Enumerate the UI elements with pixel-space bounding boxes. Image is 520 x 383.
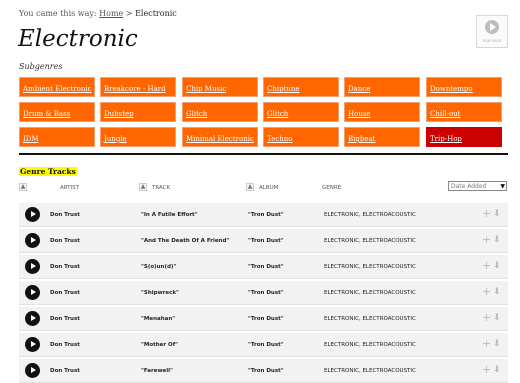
header-track[interactable]: TRACK	[152, 185, 170, 191]
breadcrumb-current: Electronic	[135, 9, 177, 18]
sort-track-icon[interactable]: ▲	[139, 183, 147, 191]
subgenre-link[interactable]: Chill-out	[426, 102, 502, 122]
track-genre: ELECTRONIC, ELECTROACOUSTIC	[324, 368, 416, 374]
table-row: Don Trust "In A Futile Effort" "Tron Dust"…	[19, 203, 508, 227]
breadcrumb-separator: >	[125, 9, 133, 18]
table-header: ▲ ARTIST ▲ TRACK ▲ ALBUM GENRE	[19, 178, 508, 198]
track-artist[interactable]: Don Trust	[50, 368, 80, 374]
breadcrumb-home-link[interactable]: Home	[99, 9, 123, 18]
track-artist[interactable]: Don Trust	[50, 290, 80, 296]
table-row: Don Trust "Menahan" "Tron Dust" ELECTRONIC,…	[19, 307, 508, 331]
plus-icon[interactable]: +	[482, 312, 491, 323]
plus-icon[interactable]: +	[482, 260, 491, 271]
track-title[interactable]: "And The Death Of A Friend"	[141, 238, 229, 244]
subgenre-link[interactable]: Jungle	[100, 127, 176, 147]
subgenre-link[interactable]: Breakcore - Hard	[100, 77, 176, 97]
down-arrow-icon[interactable]: ⬇	[493, 365, 501, 375]
track-genre: ELECTRONIC, ELECTROACOUSTIC	[324, 290, 416, 296]
plus-icon[interactable]: +	[482, 338, 491, 349]
plus-icon[interactable]: +	[482, 208, 491, 219]
subgenre-link[interactable]: Techno	[263, 127, 339, 147]
header-album[interactable]: ALBUM	[259, 185, 278, 191]
table-row: Don Trust "S(o)un(d)" "Tron Dust" ELECTRONI…	[19, 255, 508, 279]
subgenres-heading: Subgenres	[19, 62, 63, 71]
plus-icon[interactable]: +	[482, 364, 491, 375]
table-row: Don Trust "And The Death Of A Friend" "Tro…	[19, 229, 508, 253]
track-album[interactable]: "Tron Dust"	[248, 316, 284, 322]
track-title[interactable]: "Menahan"	[141, 316, 175, 322]
header-artist[interactable]: ARTIST	[60, 185, 79, 191]
play-page-label: PLAY PAGE	[482, 39, 502, 43]
breadcrumb: You came this way: Home > Electronic	[19, 9, 177, 18]
track-album[interactable]: "Tron Dust"	[248, 368, 284, 374]
subgenre-link[interactable]: Downtempo	[426, 77, 502, 97]
track-genre: ELECTRONIC, ELECTROACOUSTIC	[324, 212, 416, 218]
track-artist[interactable]: Don Trust	[50, 342, 80, 348]
play-icon[interactable]	[25, 233, 40, 248]
play-icon[interactable]	[25, 259, 40, 274]
subgenre-link[interactable]: Ambient Electronic	[19, 77, 95, 97]
track-genre: ELECTRONIC, ELECTROACOUSTIC	[324, 238, 416, 244]
track-title[interactable]: "S(o)un(d)"	[141, 264, 176, 270]
subgenre-link[interactable]: Minimal Electronic	[182, 127, 258, 147]
track-album[interactable]: "Tron Dust"	[248, 212, 284, 218]
track-title[interactable]: "In A Futile Effort"	[141, 212, 198, 218]
down-arrow-icon[interactable]: ⬇	[493, 261, 501, 271]
table-row: Don Trust "Mother Of" "Tron Dust" ELECTRONI…	[19, 333, 508, 357]
subgenre-link[interactable]: Drum & Bass	[19, 102, 95, 122]
table-row: Don Trust "Shipwreck" "Tron Dust" ELECTRONI…	[19, 281, 508, 305]
subgenre-link[interactable]: Dance	[344, 77, 420, 97]
divider	[19, 153, 508, 155]
track-album[interactable]: "Tron Dust"	[248, 264, 284, 270]
play-icon[interactable]	[25, 337, 40, 352]
play-icon[interactable]	[25, 363, 40, 378]
track-title[interactable]: "Shipwreck"	[141, 290, 179, 296]
table-row: Don Trust "Farewell" "Tron Dust" ELECTRONIC…	[19, 359, 508, 383]
play-icon[interactable]	[25, 207, 40, 222]
subgenre-link[interactable]: Glitch	[182, 102, 258, 122]
header-genre[interactable]: GENRE	[322, 185, 341, 191]
play-icon	[485, 20, 499, 34]
track-artist[interactable]: Don Trust	[50, 264, 80, 270]
track-title[interactable]: "Mother Of"	[141, 342, 178, 348]
track-album[interactable]: "Tron Dust"	[248, 290, 284, 296]
play-icon[interactable]	[25, 311, 40, 326]
down-arrow-icon[interactable]: ⬇	[493, 235, 501, 245]
subgenre-link[interactable]: Trip-Hop	[426, 127, 502, 147]
play-page-button[interactable]: PLAY PAGE	[476, 15, 508, 48]
track-album[interactable]: "Tron Dust"	[248, 342, 284, 348]
sort-select-value: Date Added	[451, 183, 487, 190]
plus-icon[interactable]: +	[482, 286, 491, 297]
subgenre-link[interactable]: Chiptune	[263, 77, 339, 97]
subgenre-link[interactable]: IDM	[19, 127, 95, 147]
subgenre-link[interactable]: Glitch	[263, 102, 339, 122]
down-arrow-icon[interactable]: ⬇	[493, 339, 501, 349]
track-title[interactable]: "Farewell"	[141, 368, 173, 374]
down-arrow-icon[interactable]: ⬇	[493, 287, 501, 297]
subgenre-link[interactable]: Bigbeat	[344, 127, 420, 147]
down-arrow-icon[interactable]: ⬇	[493, 209, 501, 219]
chevron-down-icon: ▼	[500, 183, 505, 190]
track-album[interactable]: "Tron Dust"	[248, 238, 284, 244]
subgenre-link[interactable]: Dubstep	[100, 102, 176, 122]
plus-icon[interactable]: +	[482, 234, 491, 245]
breadcrumb-prefix: You came this way:	[19, 9, 97, 18]
down-arrow-icon[interactable]: ⬇	[493, 313, 501, 323]
section-title: Genre Tracks	[19, 167, 77, 176]
track-genre: ELECTRONIC, ELECTROACOUSTIC	[324, 264, 416, 270]
subgenre-link[interactable]: House	[344, 102, 420, 122]
play-icon[interactable]	[25, 285, 40, 300]
sort-artist-icon[interactable]: ▲	[19, 183, 27, 191]
sort-album-icon[interactable]: ▲	[246, 183, 254, 191]
page-title: Electronic	[18, 26, 138, 52]
track-artist[interactable]: Don Trust	[50, 212, 80, 218]
track-artist[interactable]: Don Trust	[50, 238, 80, 244]
subgenre-link[interactable]: Chip Music	[182, 77, 258, 97]
track-genre: ELECTRONIC, ELECTROACOUSTIC	[324, 342, 416, 348]
sort-select[interactable]: Date Added ▼	[448, 181, 507, 191]
track-genre: ELECTRONIC, ELECTROACOUSTIC	[324, 316, 416, 322]
track-artist[interactable]: Don Trust	[50, 316, 80, 322]
